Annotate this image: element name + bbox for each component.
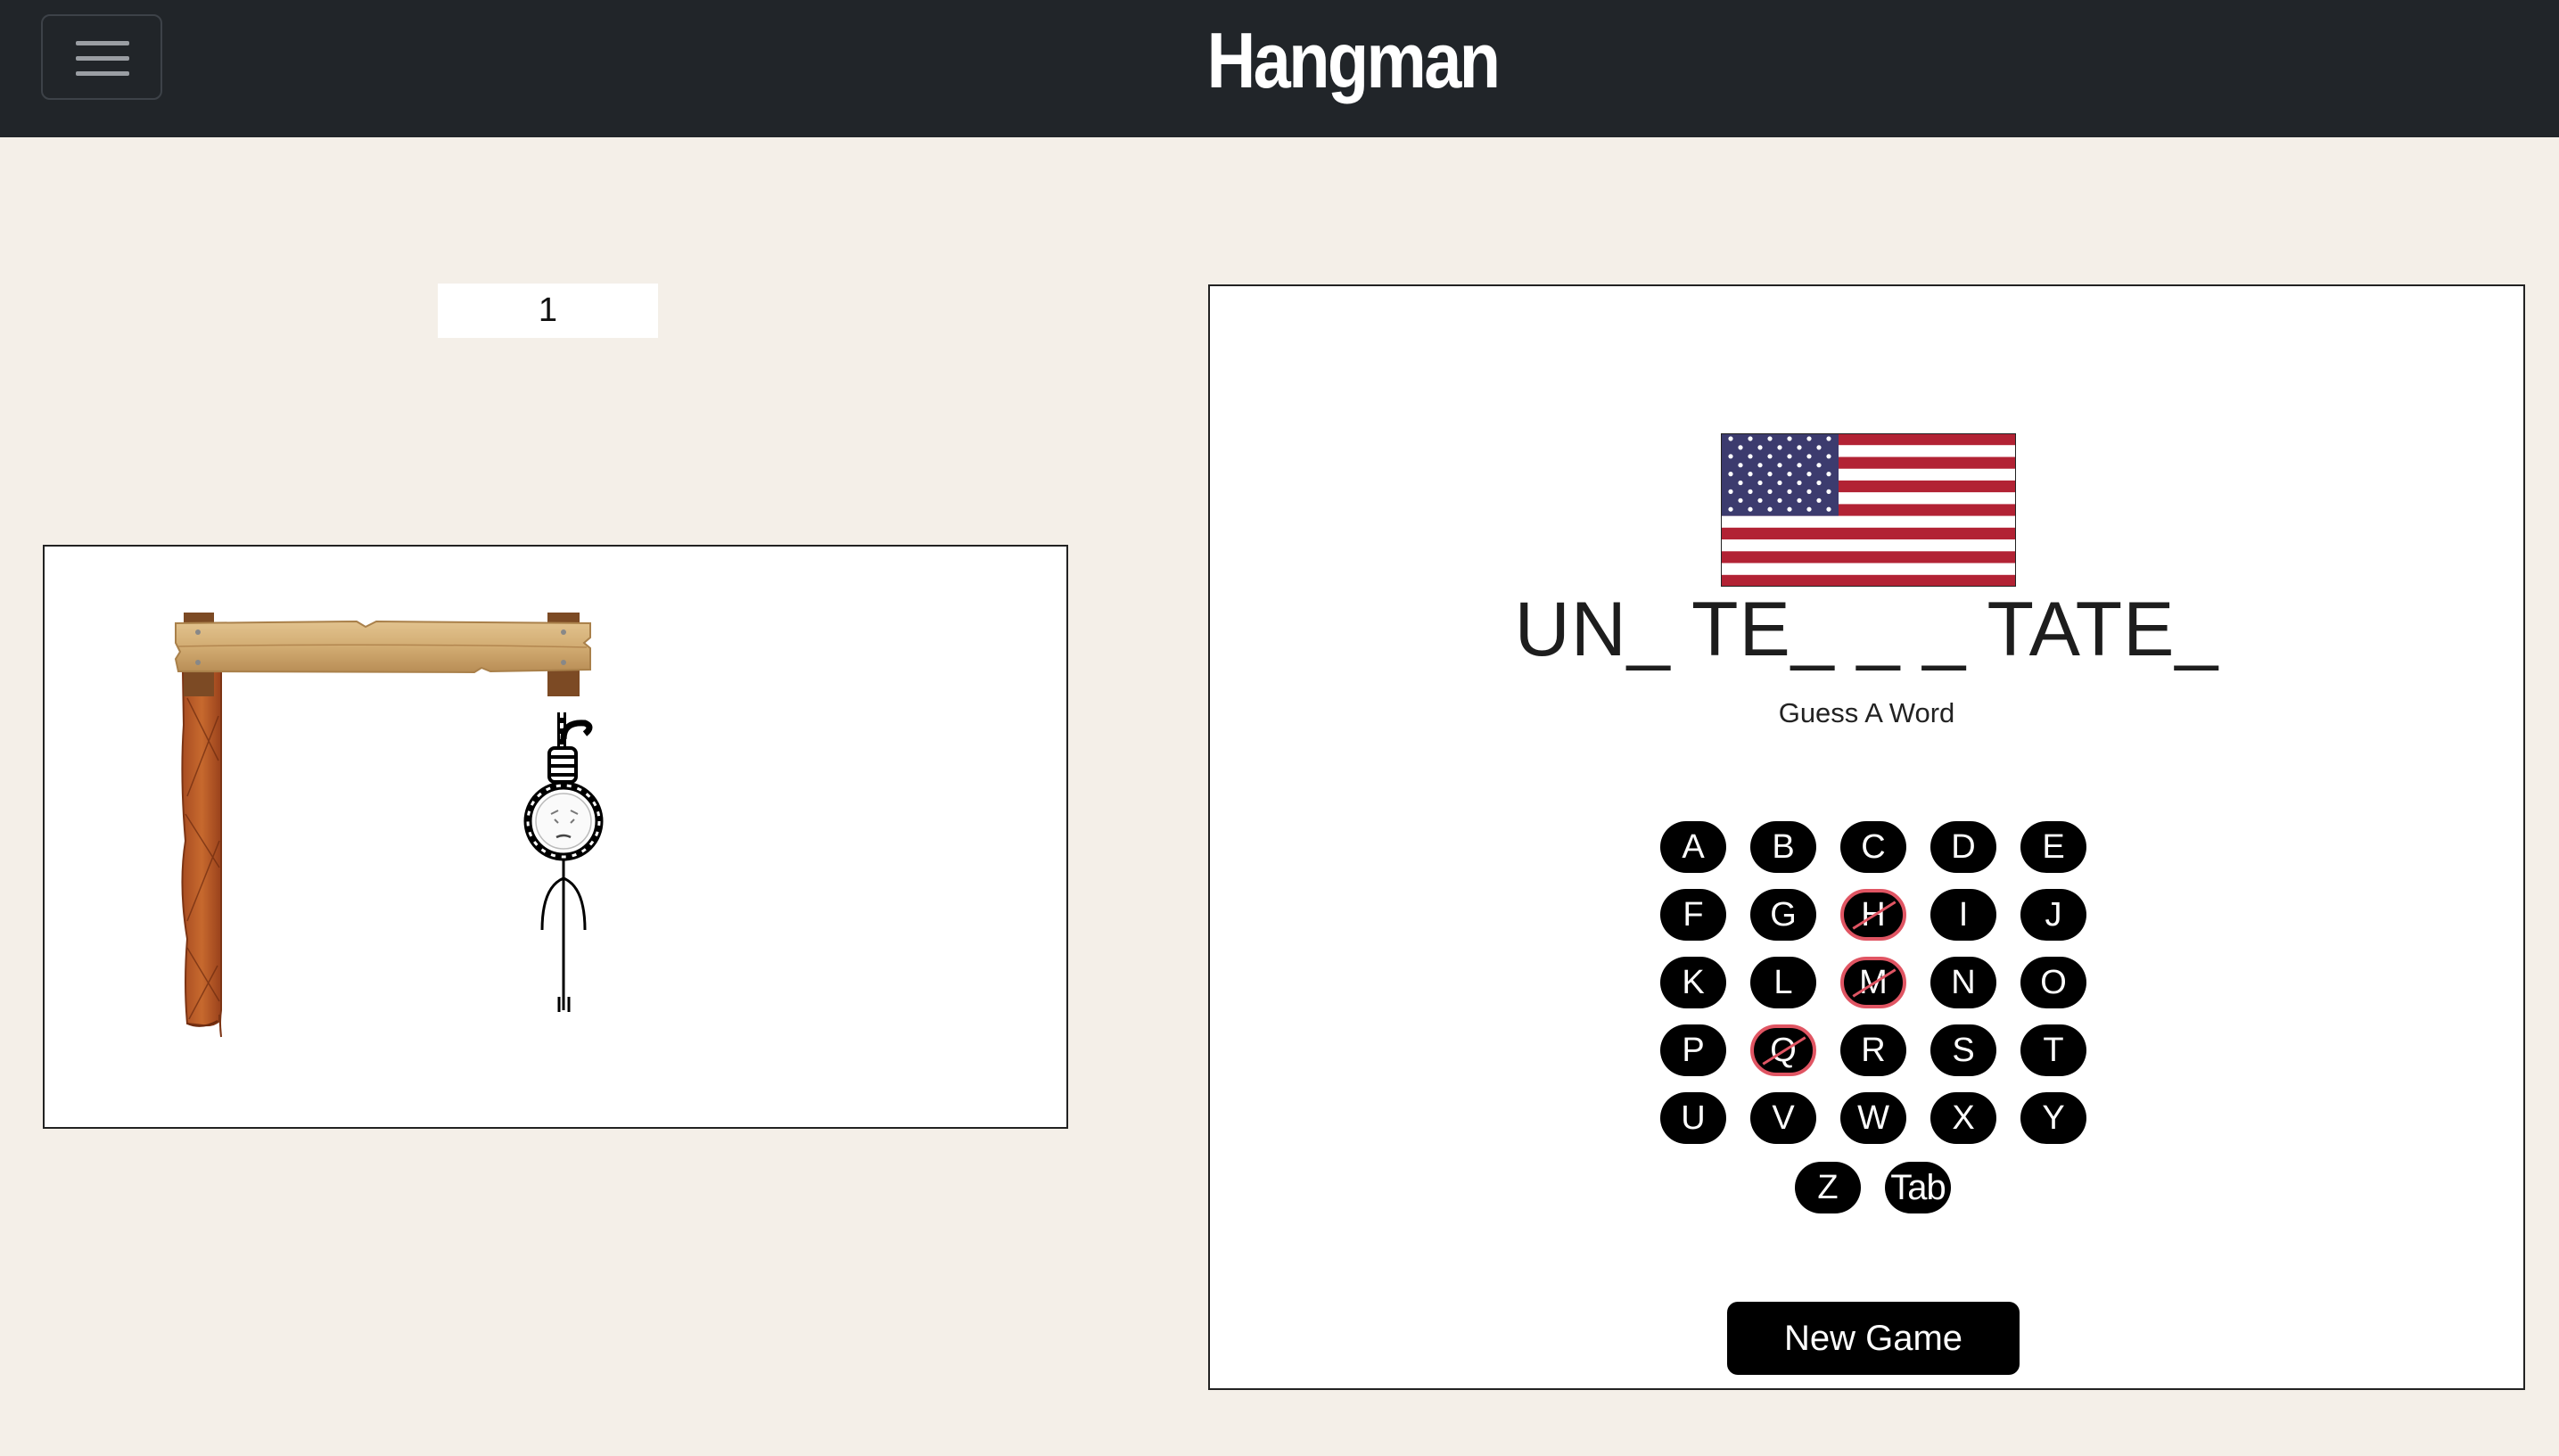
menu-bar — [76, 41, 129, 45]
app-title: Hangman — [1206, 16, 1501, 104]
key-n[interactable]: N — [1930, 957, 1996, 1008]
key-o[interactable]: O — [2020, 957, 2086, 1008]
us-flag-icon — [1721, 433, 2016, 587]
gallows-drawing — [174, 613, 604, 1038]
key-g[interactable]: G — [1750, 889, 1816, 941]
key-u[interactable]: U — [1660, 1092, 1726, 1144]
key-h[interactable]: H — [1840, 889, 1906, 941]
key-v[interactable]: V — [1750, 1092, 1816, 1144]
key-a[interactable]: A — [1660, 821, 1726, 873]
key-y[interactable]: Y — [2020, 1092, 2086, 1144]
hamburger-menu-icon[interactable] — [41, 14, 162, 100]
gallows-panel — [43, 545, 1068, 1129]
key-q[interactable]: Q — [1750, 1024, 1816, 1076]
key-z[interactable]: Z — [1795, 1162, 1861, 1213]
noose-rope — [547, 712, 593, 784]
key-f[interactable]: F — [1660, 889, 1726, 941]
navbar: Hangman — [0, 0, 2559, 137]
hangman-right-arm — [563, 876, 587, 931]
key-c[interactable]: C — [1840, 821, 1906, 873]
key-p[interactable]: P — [1660, 1024, 1726, 1076]
key-w[interactable]: W — [1840, 1092, 1906, 1144]
key-b[interactable]: B — [1750, 821, 1816, 873]
gallows-post — [181, 670, 222, 1038]
key-r[interactable]: R — [1840, 1024, 1906, 1076]
key-d[interactable]: D — [1930, 821, 1996, 873]
key-s[interactable]: S — [1930, 1024, 1996, 1076]
key-x[interactable]: X — [1930, 1092, 1996, 1144]
wrong-guess-counter: 1 — [438, 284, 658, 338]
menu-bar — [76, 71, 129, 76]
key-j[interactable]: J — [2020, 889, 2086, 941]
key-t[interactable]: T — [2020, 1024, 2086, 1076]
key-e[interactable]: E — [2020, 821, 2086, 873]
hint-text: Guess A Word — [1778, 697, 1955, 728]
hangman-head — [523, 781, 604, 861]
key-m[interactable]: M — [1840, 957, 1906, 1008]
key-l[interactable]: L — [1750, 957, 1816, 1008]
gallows-beam — [174, 620, 591, 674]
key-i[interactable]: I — [1930, 889, 1996, 941]
word-display: UN_ TE_ _ _ TATE_ — [1514, 587, 2219, 672]
key-k[interactable]: K — [1660, 957, 1726, 1008]
hangman-left-arm — [540, 876, 564, 931]
word-panel: UN_ TE_ _ _ TATE_ Guess A Word ABCDE FGHI… — [1208, 284, 2525, 1390]
key-tab[interactable]: Tab — [1885, 1162, 1951, 1213]
menu-bar — [76, 56, 129, 61]
new-game-button[interactable]: New Game — [1727, 1302, 2020, 1375]
